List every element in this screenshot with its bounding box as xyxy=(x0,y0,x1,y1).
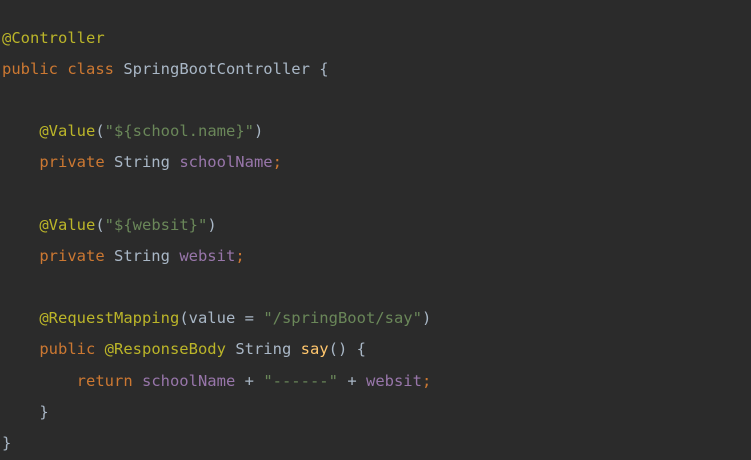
code-line: private String schoolName; xyxy=(2,152,282,172)
code-token: } xyxy=(2,434,12,452)
code-line: @Controller xyxy=(2,28,105,48)
code-token: @RequestMapping xyxy=(39,309,180,327)
code-token: "------" xyxy=(263,372,348,390)
code-line: } xyxy=(2,433,11,453)
code-token: () { xyxy=(328,340,366,358)
code-token: ( xyxy=(95,122,105,140)
code-token: return xyxy=(76,372,142,390)
code-token: websit xyxy=(365,372,422,390)
code-token: ; xyxy=(235,247,245,265)
code-line: private String websit; xyxy=(2,246,245,266)
code-line: @RequestMapping(value = "/springBoot/say… xyxy=(2,308,431,328)
code-line: return schoolName + "------" + websit; xyxy=(2,371,432,391)
code-token: ( xyxy=(95,216,105,234)
code-token: websit xyxy=(179,247,236,265)
code-line: @Value("${school.name}") xyxy=(2,121,263,141)
code-line: } xyxy=(2,402,49,422)
code-token: (value = xyxy=(179,309,264,327)
code-token: schoolName xyxy=(179,153,273,171)
code-line: @Value("${websit}") xyxy=(2,215,217,235)
code-token: @Value xyxy=(39,122,96,140)
code-token: SpringBootController { xyxy=(123,60,329,78)
code-token: ; xyxy=(272,153,282,171)
code-token: public xyxy=(2,60,68,78)
code-token: class xyxy=(67,60,124,78)
code-token: + xyxy=(347,372,366,390)
code-token: String xyxy=(113,153,180,171)
code-token: schoolName xyxy=(141,372,245,390)
code-line: public class SpringBootController { xyxy=(2,59,329,79)
code-token: } xyxy=(2,403,49,421)
code-token: private xyxy=(39,153,114,171)
code-token: ) xyxy=(421,309,432,327)
code-token: "/springBoot/say" xyxy=(263,309,422,327)
code-token: say xyxy=(300,340,329,358)
code-token: ) xyxy=(253,122,264,140)
code-token: ) xyxy=(207,216,217,234)
code-token: String xyxy=(235,340,301,358)
code-token: @Controller xyxy=(2,29,105,47)
code-token: @ResponseBody xyxy=(104,340,236,358)
code-line: public @ResponseBody String say() { xyxy=(2,339,366,359)
code-token: private xyxy=(39,247,114,265)
code-token: ; xyxy=(421,372,432,390)
code-token: + xyxy=(244,372,264,390)
code-token: "${websit}" xyxy=(104,216,208,234)
code-token: @Value xyxy=(39,216,96,234)
code-token: "${school.name}" xyxy=(104,122,254,140)
code-editor[interactable]: @Controller public class SpringBootContro… xyxy=(0,0,751,460)
code-token: String xyxy=(113,247,180,265)
code-token: public xyxy=(39,340,105,358)
